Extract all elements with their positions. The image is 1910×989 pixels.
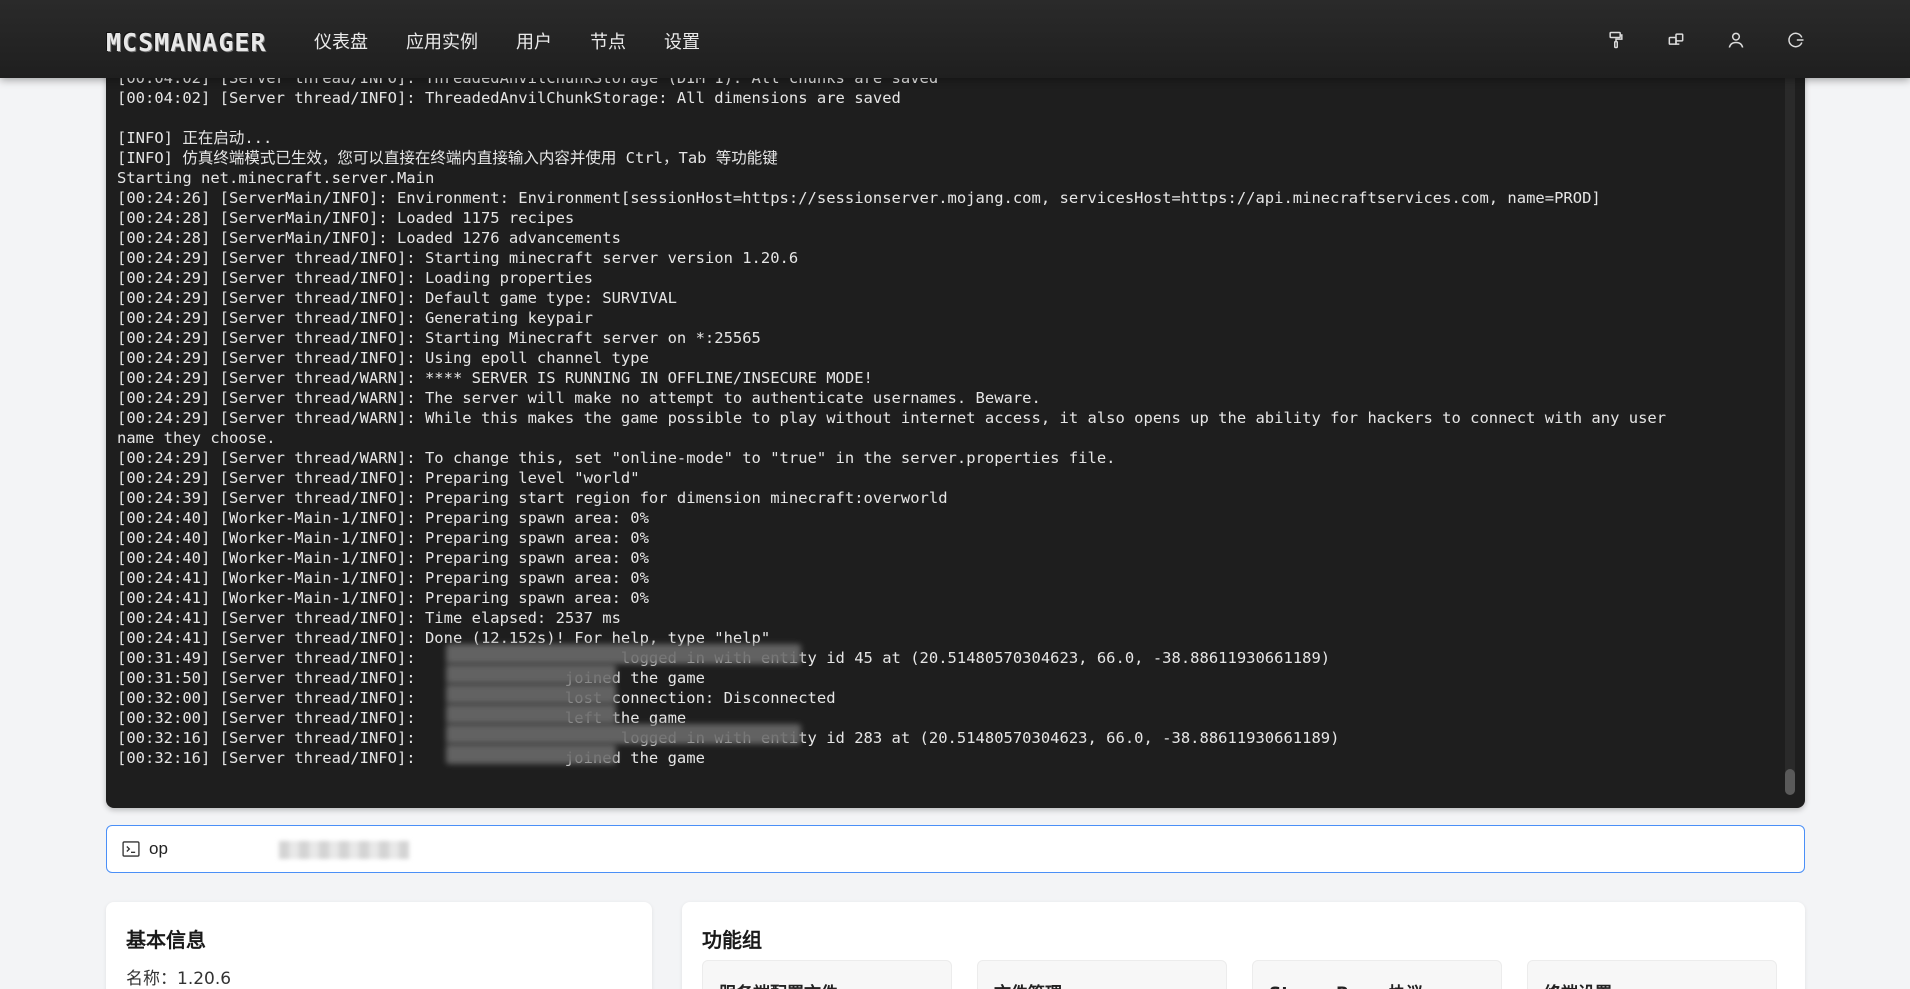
- func-label: 服务端配置文件: [719, 979, 838, 989]
- terminal-line: [00:24:29] [Server thread/INFO]: Startin…: [117, 249, 799, 267]
- terminal-line: [00:24:40] [Worker-Main-1/INFO]: Prepari…: [117, 509, 649, 527]
- terminal-line: [00:24:29] [Server thread/INFO]: Startin…: [117, 329, 761, 347]
- redacted-text: [446, 684, 616, 704]
- terminal-output[interactable]: [00:04:02] [Server thread/INFO]: Threade…: [106, 60, 1805, 808]
- func-server-config[interactable]: 服务端配置文件: [702, 960, 952, 989]
- terminal-line: [00:04:02] [Server thread/INFO]: Threade…: [117, 89, 901, 107]
- terminal-line: [00:24:26] [ServerMain/INFO]: Environmen…: [117, 189, 1601, 207]
- nav-nodes[interactable]: 节点: [590, 28, 626, 54]
- terminal-line: [00:24:41] [Worker-Main-1/INFO]: Prepari…: [117, 589, 649, 607]
- terminal-line: [00:24:29] [Server thread/INFO]: Loading…: [117, 269, 593, 287]
- terminal-scroll-thumb[interactable]: [1785, 769, 1795, 795]
- terminal-line: [00:24:41] [Worker-Main-1/INFO]: Prepari…: [117, 569, 649, 587]
- app-logo[interactable]: MCSMANAGER: [106, 28, 267, 57]
- redacted-text: [446, 744, 616, 764]
- terminal-line: [00:31:49] [Server thread/INFO]: logged …: [117, 649, 1331, 667]
- redacted-text: [446, 704, 616, 724]
- terminal-line: [00:24:29] [Server thread/WARN]: While t…: [117, 409, 1667, 427]
- terminal-line: [INFO] 仿真终端模式已生效，您可以直接在终端内直接输入内容并使用 Ctrl…: [117, 149, 778, 167]
- terminal-line: [00:24:29] [Server thread/WARN]: The ser…: [117, 389, 1041, 407]
- terminal-line: name they choose.: [117, 429, 276, 447]
- terminal-line: [00:24:29] [Server thread/INFO]: Default…: [117, 289, 677, 307]
- func-file-manager[interactable]: 文件管理: [977, 960, 1227, 989]
- instance-name: 名称：1.20.6: [126, 969, 232, 989]
- command-input[interactable]: [149, 836, 749, 862]
- user-icon[interactable]: [1725, 29, 1747, 51]
- terminal-scrollbar[interactable]: [1785, 70, 1795, 795]
- function-group-title: 功能组: [702, 928, 762, 952]
- terminal-line: [00:31:50] [Server thread/INFO]: joined …: [117, 669, 705, 687]
- basic-info-card: 基本信息 名称：1.20.6: [106, 902, 652, 989]
- command-bar[interactable]: [106, 825, 1805, 873]
- redacted-text: [446, 724, 801, 744]
- terminal-line: [00:24:29] [Server thread/WARN]: **** SE…: [117, 369, 873, 387]
- nav-settings[interactable]: 设置: [664, 28, 700, 54]
- redacted-text: [446, 664, 616, 684]
- terminal-line: [00:24:41] [Server thread/INFO]: Time el…: [117, 609, 621, 627]
- basic-info-title: 基本信息: [126, 928, 206, 952]
- func-terminal-settings[interactable]: 终端设置: [1527, 960, 1777, 989]
- terminal-line: [00:24:29] [Server thread/WARN]: To chan…: [117, 449, 1116, 467]
- nav-users[interactable]: 用户: [516, 28, 552, 54]
- redacted-text: [279, 841, 409, 859]
- terminal-line: [00:24:28] [ServerMain/INFO]: Loaded 127…: [117, 229, 621, 247]
- terminal-line: [00:32:00] [Server thread/INFO]: left th…: [117, 709, 687, 727]
- terminal-line: [INFO] 正在启动...: [117, 129, 273, 147]
- redacted-text: [446, 644, 801, 664]
- top-navbar: MCSMANAGER 仪表盘 应用实例 用户 节点 设置: [0, 0, 1910, 78]
- func-label: 文件管理: [994, 979, 1062, 989]
- func-steam-rcon[interactable]: Steam Rcon 协议: [1252, 960, 1502, 989]
- paint-roller-icon[interactable]: [1605, 29, 1627, 51]
- terminal-icon: [121, 839, 141, 859]
- nav-instances[interactable]: 应用实例: [406, 28, 478, 54]
- main-nav: 仪表盘 应用实例 用户 节点 设置: [314, 28, 738, 54]
- terminal-lines: [00:04:02] [Server thread/INFO]: Threade…: [117, 68, 1781, 768]
- terminal-line: [00:24:41] [Server thread/INFO]: Done (1…: [117, 629, 771, 647]
- terminal-line: Starting net.minecraft.server.Main: [117, 169, 435, 187]
- terminal-line: [00:24:39] [Server thread/INFO]: Prepari…: [117, 489, 948, 507]
- terminal-line: [00:24:40] [Worker-Main-1/INFO]: Prepari…: [117, 549, 649, 567]
- terminal-line: [00:24:29] [Server thread/INFO]: Generat…: [117, 309, 593, 327]
- layout-icon[interactable]: [1665, 29, 1687, 51]
- terminal-line: [00:32:16] [Server thread/INFO]: logged …: [117, 729, 1340, 747]
- func-label: 终端设置: [1544, 979, 1612, 989]
- func-label: Steam Rcon 协议: [1269, 979, 1423, 989]
- terminal-line: [00:24:29] [Server thread/INFO]: Using e…: [117, 349, 649, 367]
- terminal-line: [00:24:29] [Server thread/INFO]: Prepari…: [117, 469, 640, 487]
- terminal-line: [00:24:28] [ServerMain/INFO]: Loaded 117…: [117, 209, 575, 227]
- logout-icon[interactable]: [1785, 29, 1807, 51]
- terminal-line: [00:32:16] [Server thread/INFO]: joined …: [117, 749, 705, 767]
- terminal-line: [00:24:40] [Worker-Main-1/INFO]: Prepari…: [117, 529, 649, 547]
- terminal-line: [00:32:00] [Server thread/INFO]: lost co…: [117, 689, 836, 707]
- function-group-card: 功能组 服务端配置文件 文件管理 Steam Rcon 协议 终端设置: [682, 902, 1805, 989]
- nav-dashboard[interactable]: 仪表盘: [314, 28, 368, 54]
